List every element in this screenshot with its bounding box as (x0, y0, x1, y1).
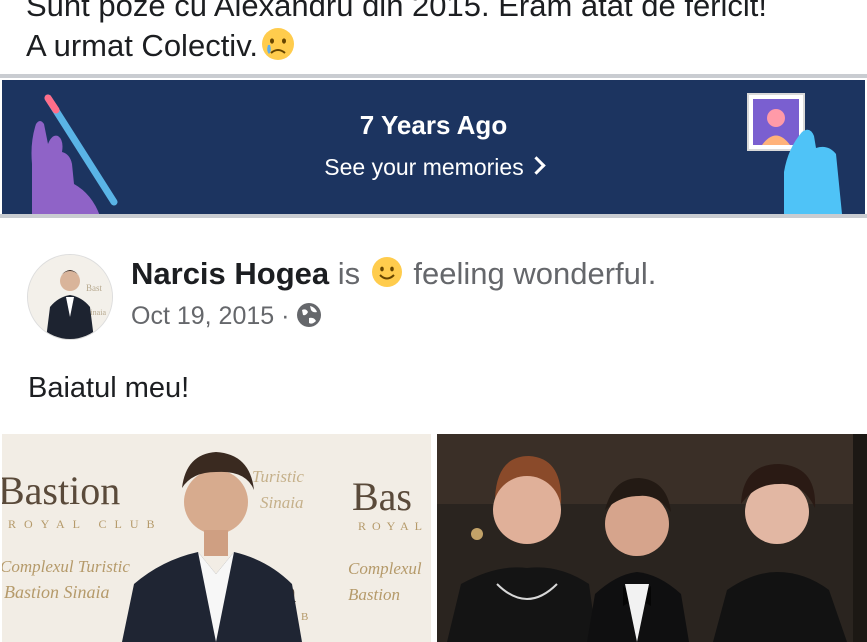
photo1-wall-text-6: Sinaia (260, 493, 303, 512)
chevron-right-icon (527, 156, 546, 175)
svg-text:Bastion: Bastion (348, 585, 400, 604)
is-text: is (337, 256, 361, 291)
hand-holding-photo-icon (747, 93, 842, 214)
svg-text:ROYAL: ROYAL (358, 519, 428, 533)
post-text: Baiatul meu! (28, 372, 190, 404)
see-memories-label: See your memories (324, 154, 524, 180)
photo1-wall-text-1: Bastion (2, 468, 120, 513)
see-memories-link[interactable]: See your memories (2, 154, 865, 181)
caption-line-1: Sunt poze cu Alexandru din 2015. Eram at… (26, 0, 768, 23)
caption-line-2: A urmat Colectiv. (26, 26, 767, 66)
smiling-face-icon (371, 257, 402, 287)
photo-1-image: Bastion ROYAL CLUB Complexul Turistic Ba… (2, 434, 431, 642)
photo1-wall-text-4: Bastion Sinaia (4, 582, 110, 602)
photo1-wall-text-2: ROYAL CLUB (8, 517, 163, 531)
svg-text:Bas: Bas (352, 474, 412, 519)
post-author-line: Narcis Hogea is feeling wonderful. (131, 256, 656, 292)
meta-separator: · (281, 302, 290, 330)
author-name[interactable]: Narcis Hogea (131, 256, 329, 291)
avatar-image: Bast Sinaia (28, 255, 112, 339)
post-date[interactable]: Oct 19, 2015 (131, 302, 274, 330)
svg-text:Complexul: Complexul (348, 559, 422, 578)
post-caption: Sunt poze cu Alexandru din 2015. Eram at… (26, 0, 767, 66)
divider (0, 74, 867, 78)
memories-banner[interactable]: 7 Years Ago See your memories (2, 80, 865, 216)
divider (0, 214, 867, 218)
globe-icon (297, 303, 322, 327)
photo1-wall-text-5: Turistic (252, 467, 304, 486)
avatar[interactable]: Bast Sinaia (27, 254, 113, 340)
feeling-text: feeling wonderful. (413, 256, 657, 291)
memories-title: 7 Years Ago (359, 110, 508, 140)
post-meta: Oct 19, 2015 · (131, 302, 322, 331)
photo1-wall-text-3: Complexul Turistic (2, 557, 130, 576)
post-photo-2[interactable] (437, 434, 867, 642)
post-photo-1[interactable]: Bastion ROYAL CLUB Complexul Turistic Ba… (2, 434, 431, 642)
photo-2-image (437, 434, 867, 642)
caption-line-2-text: A urmat Colectiv. (26, 28, 259, 63)
crying-face-icon (262, 28, 295, 60)
svg-text:Bast: Bast (86, 283, 103, 293)
